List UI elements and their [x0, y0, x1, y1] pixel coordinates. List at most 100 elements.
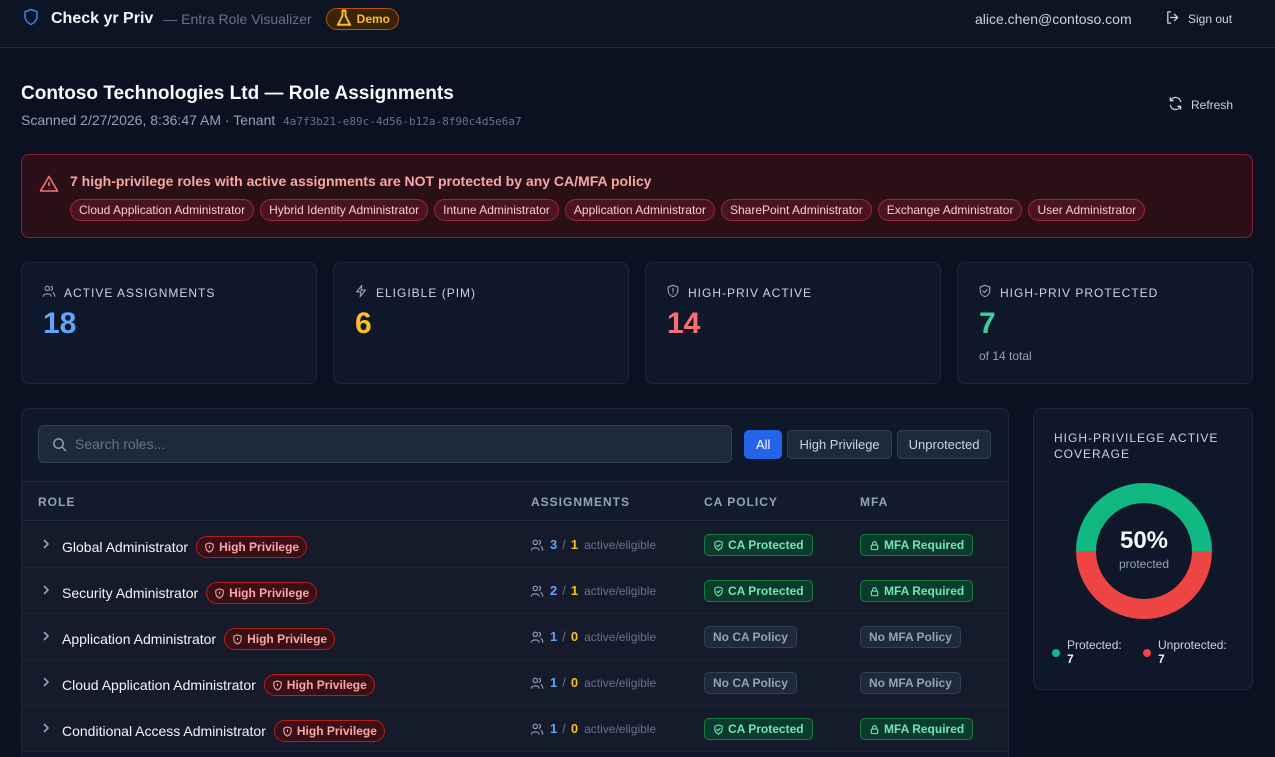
stat-value: 14 — [667, 307, 701, 340]
users-icon — [42, 284, 56, 301]
high-privilege-badge: High Privilege — [196, 536, 308, 558]
coverage-title: High-Privilege Active Coverage — [1054, 431, 1219, 461]
brand[interactable]: Check yr Priv — Entra Role Visualizer De… — [22, 8, 399, 30]
role-name: Conditional Access Administrator — [62, 723, 266, 739]
brand-name: Check yr Priv — [51, 10, 154, 27]
stat-card-eligible: Eligible (PIM) 6 — [333, 262, 629, 384]
unprotected-count: 7 — [1158, 652, 1165, 666]
stat-label: High-Priv Protected — [1000, 285, 1159, 300]
shield-check-icon — [714, 539, 723, 551]
assignment-label: active/eligible — [584, 721, 657, 736]
alert-role-tag[interactable]: Hybrid Identity Administrator — [260, 199, 429, 221]
lock-icon — [870, 724, 879, 734]
stat-label: Eligible (PIM) — [376, 285, 477, 300]
filter-buttons: All High Privilege Unprotected — [744, 430, 992, 459]
shield-check-icon — [714, 723, 723, 735]
column-header-ca-policy[interactable]: CA POLICY — [704, 495, 778, 509]
legend-dot-protected — [1052, 649, 1060, 657]
users-icon — [530, 631, 544, 643]
search-box[interactable] — [38, 425, 732, 463]
chevron-right-icon[interactable] — [40, 630, 52, 642]
sign-out-icon — [1165, 10, 1180, 28]
table-row[interactable]: Application Administrator High Privilege… — [22, 614, 1008, 660]
stat-card-active: Active Assignments 18 — [21, 262, 317, 384]
stat-label: High-Priv Active — [688, 285, 813, 300]
search-input[interactable] — [75, 426, 715, 462]
active-count: 3 — [550, 537, 558, 552]
alert-role-tags: Cloud Application Administrator Hybrid I… — [70, 199, 1146, 221]
role-name: Application Administrator — [62, 631, 217, 647]
chevron-right-icon[interactable] — [40, 722, 52, 734]
assignment-label: active/eligible — [584, 629, 657, 644]
refresh-label: Refresh — [1191, 98, 1234, 112]
high-privilege-badge: High Privilege — [263, 674, 375, 696]
active-count: 1 — [550, 675, 558, 690]
shield-check-icon — [978, 284, 992, 301]
assignment-counts: 2 / 1 active/eligible — [530, 583, 656, 598]
scan-timestamp: Scanned 2/27/2026, 8:36:47 AM · Tenant — [21, 112, 276, 128]
top-bar: Check yr Priv — Entra Role Visualizer De… — [0, 0, 1275, 48]
assignment-label: active/eligible — [584, 675, 657, 690]
tenant-id: 4a7f3b21-e89c-4d56-b12a-8f90c4d5e6a7 — [283, 115, 522, 128]
stat-card-high-priv-active: High-Priv Active 14 — [645, 262, 941, 384]
shield-icon — [215, 587, 224, 599]
column-header-mfa[interactable]: MFA — [860, 495, 888, 509]
alert-role-tag[interactable]: Cloud Application Administrator — [70, 199, 255, 221]
shield-icon — [233, 633, 242, 645]
filter-high-privilege-button[interactable]: High Privilege — [787, 430, 892, 459]
role-name: Security Administrator — [62, 585, 199, 601]
ca-status-badge: CA Protected — [704, 580, 813, 602]
chevron-right-icon[interactable] — [40, 676, 52, 688]
stat-subtext: of 14 total — [979, 349, 1032, 363]
eligible-count: 1 — [570, 583, 579, 598]
protected-count: 7 — [1067, 652, 1074, 666]
shield-alert-icon — [666, 284, 680, 301]
column-header-assignments[interactable]: ASSIGNMENTS — [531, 495, 630, 509]
badge-label: High Privilege — [286, 678, 367, 692]
shield-logo-icon — [22, 8, 40, 31]
demo-badge-label: Demo — [356, 12, 390, 26]
alert-role-tag[interactable]: Exchange Administrator — [877, 199, 1023, 221]
shield-check-icon — [714, 585, 723, 597]
alert-message: 7 high-privilege roles with active assig… — [70, 173, 652, 189]
roles-table-panel: All High Privilege Unprotected ROLE ASSI… — [21, 408, 1009, 757]
legend-unprotected: Unprotected: 7 — [1143, 638, 1227, 666]
stat-value: 18 — [43, 307, 77, 340]
alert-role-tag[interactable]: User Administrator — [1028, 199, 1146, 221]
assignment-label: active/eligible — [584, 537, 657, 552]
role-name: Cloud Application Administrator — [62, 677, 256, 693]
table-row[interactable]: Security Administrator High Privilege 2 … — [22, 568, 1008, 614]
high-privilege-badge: High Privilege — [224, 628, 336, 650]
lock-icon — [870, 540, 879, 550]
bolt-icon — [354, 284, 368, 301]
refresh-button[interactable]: Refresh — [1168, 96, 1233, 114]
alert-role-tag[interactable]: Application Administrator — [564, 199, 715, 221]
lock-icon — [870, 586, 879, 596]
filter-all-button[interactable]: All — [744, 430, 783, 459]
legend-dot-unprotected — [1143, 649, 1151, 657]
eligible-count: 1 — [570, 537, 579, 552]
badge-label: High Privilege — [229, 586, 310, 600]
chevron-right-icon[interactable] — [40, 538, 52, 550]
eligible-count: 0 — [570, 721, 579, 736]
shield-icon — [273, 679, 282, 691]
table-row[interactable]: Conditional Access Administrator High Pr… — [22, 706, 1008, 752]
stat-value: 7 — [979, 307, 996, 340]
table-row[interactable]: Cloud Application Administrator High Pri… — [22, 660, 1008, 706]
column-header-role[interactable]: ROLE — [38, 495, 75, 509]
page-title: Contoso Technologies Ltd — Role Assignme… — [21, 83, 454, 104]
table-header: ROLE ASSIGNMENTS CA POLICY MFA — [22, 481, 1008, 521]
demo-badge: Demo — [325, 8, 399, 30]
coverage-percent-label: protected — [1118, 557, 1170, 571]
flask-icon — [335, 9, 353, 30]
chevron-right-icon[interactable] — [40, 584, 52, 596]
assignment-label: active/eligible — [584, 583, 657, 598]
alert-role-tag[interactable]: Intune Administrator — [434, 199, 559, 221]
mfa-status-badge: MFA Required — [860, 718, 974, 740]
active-count: 1 — [550, 721, 558, 736]
refresh-icon — [1168, 96, 1183, 114]
alert-role-tag[interactable]: SharePoint Administrator — [720, 199, 872, 221]
table-row[interactable]: Global Administrator High Privilege 3 / … — [22, 522, 1008, 568]
filter-unprotected-button[interactable]: Unprotected — [896, 430, 992, 459]
sign-out-button[interactable]: Sign out — [1165, 10, 1232, 28]
